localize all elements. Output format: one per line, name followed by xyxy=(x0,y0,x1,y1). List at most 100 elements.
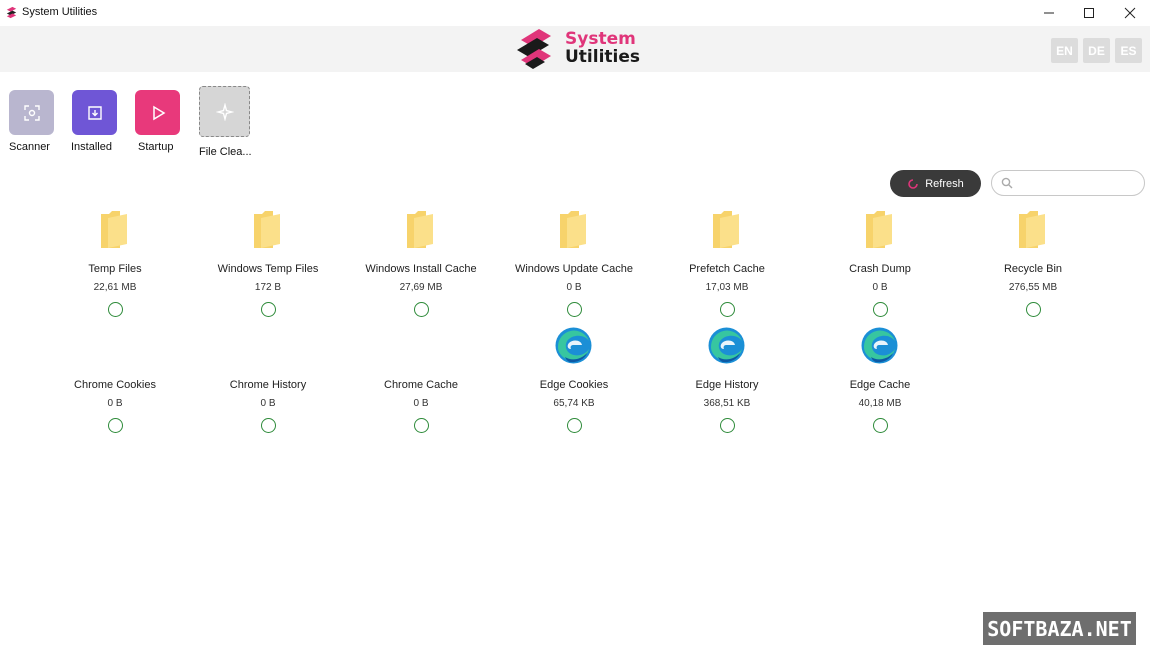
close-icon xyxy=(1124,7,1136,19)
item-name: Temp Files xyxy=(88,263,142,275)
edge-icon xyxy=(555,327,592,364)
search-box[interactable] xyxy=(991,170,1145,196)
minimize-icon xyxy=(1044,12,1054,14)
folder-icon xyxy=(1019,211,1045,248)
window-title: System Utilities xyxy=(22,6,98,18)
app-logo-icon xyxy=(6,6,17,19)
tool-startup[interactable] xyxy=(135,90,181,135)
startup-button[interactable] xyxy=(135,90,180,135)
item-name: Chrome Cookies xyxy=(74,379,156,391)
item-chrome-cache[interactable]: Chrome Cache 0 B xyxy=(346,379,496,433)
search-input[interactable] xyxy=(1018,175,1140,193)
tool-installed[interactable] xyxy=(72,90,118,135)
installed-icon xyxy=(87,105,102,120)
installed-button[interactable] xyxy=(72,90,117,135)
item-name: Edge Cookies xyxy=(539,379,609,391)
item-size: 276,55 MB xyxy=(1008,282,1058,293)
tool-installed-label: Installed xyxy=(71,141,112,153)
folder-icon xyxy=(866,211,892,248)
maximize-button[interactable] xyxy=(1066,0,1112,26)
item-size: 0 B xyxy=(872,282,888,293)
folder-icon xyxy=(560,211,586,248)
item-size: 65,74 KB xyxy=(553,398,595,409)
item-windows-update-cache[interactable]: Windows Update Cache 0 B xyxy=(499,263,649,317)
item-chrome-history[interactable]: Chrome History 0 B xyxy=(193,379,343,433)
item-temp-files[interactable]: Temp Files 22,61 MB xyxy=(40,263,190,317)
folder-icon xyxy=(407,211,433,248)
scanner-button[interactable] xyxy=(9,90,54,135)
refresh-button[interactable]: Refresh xyxy=(890,170,981,197)
search-icon xyxy=(1001,177,1013,189)
maximize-icon xyxy=(1084,8,1094,18)
refresh-icon xyxy=(908,178,919,189)
item-size: 17,03 MB xyxy=(705,282,749,293)
item-size: 368,51 KB xyxy=(703,398,751,409)
item-edge-cookies[interactable]: Edge Cookies 65,74 KB xyxy=(499,379,649,433)
item-edge-history[interactable]: Edge History 368,51 KB xyxy=(652,379,802,433)
edge-icon xyxy=(861,327,898,364)
edge-icon xyxy=(708,327,745,364)
item-checkbox[interactable] xyxy=(872,418,888,433)
brand-name: System Utilities xyxy=(565,30,640,66)
item-size: 40,18 MB xyxy=(858,398,902,409)
play-icon xyxy=(152,105,165,120)
item-name: Crash Dump xyxy=(849,263,911,275)
item-checkbox[interactable] xyxy=(566,302,582,317)
item-size: 22,61 MB xyxy=(93,282,137,293)
item-name: Windows Install Cache xyxy=(365,263,477,275)
item-size: 0 B xyxy=(107,398,123,409)
item-windows-temp-files[interactable]: Windows Temp Files 172 B xyxy=(193,263,343,317)
item-checkbox[interactable] xyxy=(566,418,582,433)
item-name: Edge Cache xyxy=(849,379,911,391)
item-checkbox[interactable] xyxy=(719,302,735,317)
scanner-icon xyxy=(23,104,40,121)
item-name: Edge History xyxy=(695,379,759,391)
item-name: Chrome Cache xyxy=(384,379,458,391)
brand-line2: Utilities xyxy=(565,47,641,67)
item-checkbox[interactable] xyxy=(260,302,276,317)
folder-icon xyxy=(254,211,280,248)
item-name: Windows Temp Files xyxy=(217,263,319,275)
item-crash-dump[interactable]: Crash Dump 0 B xyxy=(805,263,955,317)
item-checkbox[interactable] xyxy=(719,418,735,433)
item-size: 0 B xyxy=(413,398,429,409)
item-size: 27,69 MB xyxy=(399,282,443,293)
item-chrome-cookies[interactable]: Chrome Cookies 0 B xyxy=(40,379,190,433)
brand-logo-icon xyxy=(517,29,551,69)
item-checkbox[interactable] xyxy=(107,302,123,317)
item-checkbox[interactable] xyxy=(107,418,123,433)
item-edge-cache[interactable]: Edge Cache 40,18 MB xyxy=(805,379,955,433)
sparkle-icon xyxy=(215,102,234,121)
folder-icon xyxy=(713,211,739,248)
item-checkbox[interactable] xyxy=(413,302,429,317)
refresh-label: Refresh xyxy=(925,177,964,190)
item-name: Windows Update Cache xyxy=(514,263,633,275)
tool-startup-label: Startup xyxy=(138,141,174,153)
folder-icon xyxy=(101,211,127,248)
item-checkbox[interactable] xyxy=(260,418,276,433)
tool-file-cleaner[interactable] xyxy=(199,86,250,137)
item-checkbox[interactable] xyxy=(872,302,888,317)
file-cleaner-button[interactable] xyxy=(199,86,250,137)
item-name: Chrome History xyxy=(229,379,307,391)
item-name: Recycle Bin xyxy=(1003,263,1063,275)
tool-scanner[interactable] xyxy=(9,90,55,135)
brand-line1: System xyxy=(565,29,636,49)
item-recycle-bin[interactable]: Recycle Bin 276,55 MB xyxy=(958,263,1108,317)
tool-file-cleaner-label: File Clea... xyxy=(199,146,252,158)
item-prefetch-cache[interactable]: Prefetch Cache 17,03 MB xyxy=(652,263,802,317)
item-name: Prefetch Cache xyxy=(689,263,765,275)
lang-en-button[interactable]: EN xyxy=(1051,38,1078,63)
item-size: 172 B xyxy=(254,282,282,293)
item-checkbox[interactable] xyxy=(413,418,429,433)
app-header: System Utilities EN DE ES xyxy=(0,26,1150,72)
lang-de-button[interactable]: DE xyxy=(1083,38,1110,63)
close-button[interactable] xyxy=(1107,0,1150,26)
tool-scanner-label: Scanner xyxy=(9,141,50,153)
item-windows-install-cache[interactable]: Windows Install Cache 27,69 MB xyxy=(346,263,496,317)
item-size: 0 B xyxy=(260,398,276,409)
item-size: 0 B xyxy=(566,282,582,293)
lang-es-button[interactable]: ES xyxy=(1115,38,1142,63)
watermark: SOFTBAZA.NET xyxy=(983,612,1136,645)
item-checkbox[interactable] xyxy=(1025,302,1041,317)
